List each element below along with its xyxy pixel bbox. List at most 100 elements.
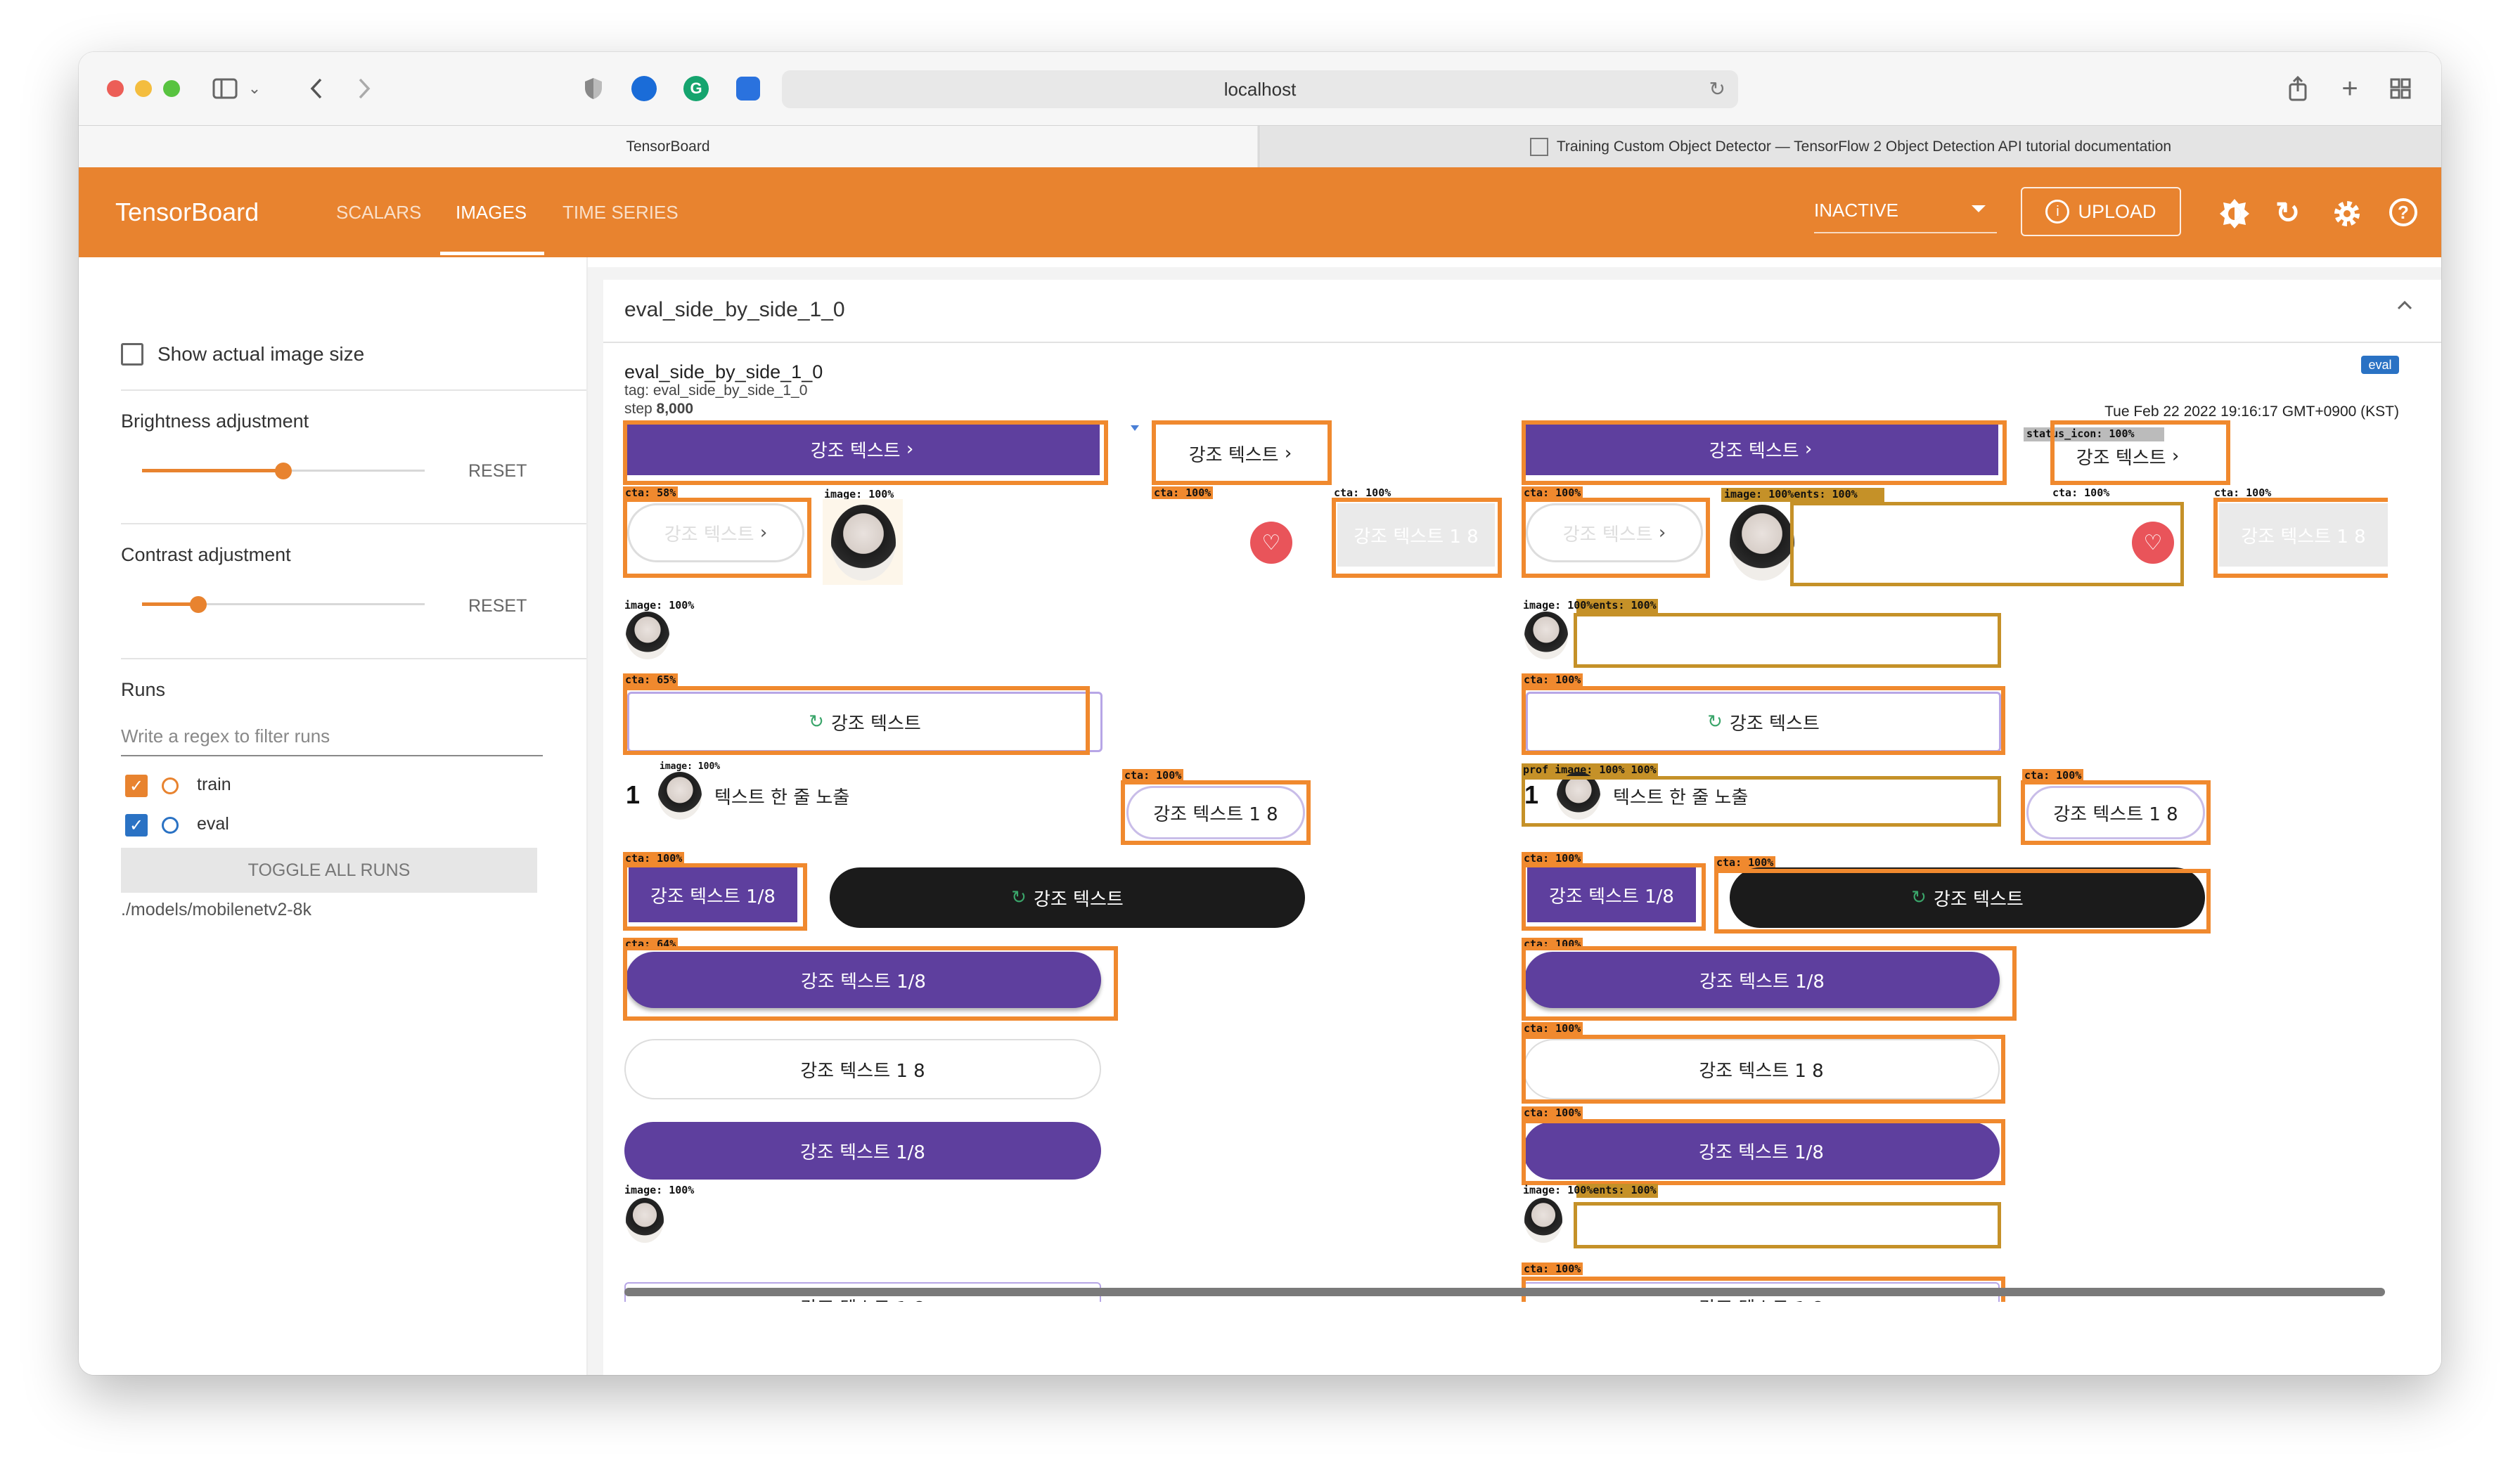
brightness-reset-button[interactable]: RESET xyxy=(468,461,527,482)
detection-box xyxy=(1522,498,1710,578)
extension-1password-icon[interactable] xyxy=(630,73,658,104)
tab-overview-icon[interactable] xyxy=(2386,73,2415,104)
small-marker-icon xyxy=(1131,423,1139,431)
forward-icon[interactable] xyxy=(350,73,378,104)
slider-fill xyxy=(142,469,283,472)
run-train-checkbox[interactable]: ✓ xyxy=(125,775,148,797)
contrast-slider[interactable] xyxy=(142,590,425,619)
settings-gear-icon[interactable] xyxy=(2332,198,2362,229)
help-icon[interactable]: ? xyxy=(2389,198,2417,226)
sidebar-toggle-icon[interactable] xyxy=(210,73,240,104)
zoom-window-button[interactable] xyxy=(163,80,180,97)
upload-button[interactable]: i UPLOAD xyxy=(2021,187,2181,236)
run-badge: eval xyxy=(2361,356,2399,374)
contrast-reset-button[interactable]: RESET xyxy=(468,596,527,616)
toggle-all-runs-button[interactable]: TOGGLE ALL RUNS xyxy=(121,848,537,893)
collapse-chevron-icon[interactable] xyxy=(2396,299,2413,316)
theme-brightness-icon[interactable] xyxy=(2219,198,2250,229)
detection-label: image: 100%ents: 100% xyxy=(1523,599,1657,612)
close-window-button[interactable] xyxy=(107,80,124,97)
detection-box xyxy=(1522,420,2007,485)
tab-images[interactable]: IMAGES xyxy=(456,167,527,257)
run-eval-checkbox[interactable]: ✓ xyxy=(125,814,148,837)
card-header[interactable]: eval_side_by_side_1_0 xyxy=(603,280,2441,343)
divider xyxy=(121,658,586,659)
reload-icon[interactable]: ↻ xyxy=(1709,77,1725,101)
detection-label: cta: 100% xyxy=(1152,486,1214,499)
refresh-icon[interactable]: ↻ xyxy=(2275,195,2306,229)
detection-box xyxy=(623,498,811,578)
detection-label: cta: 100% xyxy=(1522,1022,1583,1035)
step-label: step xyxy=(624,401,652,417)
detection-box xyxy=(1121,780,1311,845)
run-path: ./models/mobilenetv2-8k xyxy=(121,900,311,919)
slider-thumb[interactable] xyxy=(190,596,207,613)
detection-box-secondary xyxy=(1522,776,2001,827)
detection-label: image: 100% xyxy=(624,599,695,612)
dropdown-arrow-icon xyxy=(1972,205,1986,212)
tab-label: Training Custom Object Detector — Tensor… xyxy=(1556,138,2172,155)
info-icon: i xyxy=(2045,200,2070,224)
detection-label: cta: 100% xyxy=(1522,1106,1583,1119)
tab-tensorboard[interactable]: TensorBoard xyxy=(79,126,1257,168)
image-title: eval_side_by_side_1_0 xyxy=(624,361,823,382)
detection-box xyxy=(1522,863,1706,931)
chevron-down-icon[interactable]: ⌄ xyxy=(246,73,263,104)
brightness-slider[interactable] xyxy=(142,457,425,485)
run-select[interactable]: INACTIVE xyxy=(1814,195,1997,233)
shield-icon[interactable] xyxy=(579,73,608,104)
tab-bar: TensorBoard Training Custom Object Detec… xyxy=(79,125,2441,168)
tab-time-series[interactable]: TIME SERIES xyxy=(562,167,679,257)
detection-box xyxy=(2021,780,2211,845)
detection-label: cta: 100% xyxy=(1522,673,1583,686)
step-value: 8,000 xyxy=(656,401,694,417)
profile-photo xyxy=(1730,505,1794,581)
eval-image[interactable]: 강조 텍스트 › 강조 텍스트 › cta: 58% cta: 100% 강조 … xyxy=(623,420,2388,1302)
url-text: localhost xyxy=(1223,78,1297,100)
tab-label: TensorBoard xyxy=(626,138,710,155)
runs-title: Runs xyxy=(121,679,166,700)
brand-title[interactable]: TensorBoard xyxy=(115,167,259,257)
profile-photo xyxy=(831,505,896,581)
detection-box xyxy=(1522,946,2017,1021)
refresh-icon: ↻ xyxy=(1011,887,1027,908)
share-icon[interactable] xyxy=(2284,73,2312,104)
detection-label: cta: 100% xyxy=(1522,1262,1583,1275)
run-train-color-icon[interactable] xyxy=(162,777,179,794)
image-step: step 8,000 xyxy=(624,401,693,418)
profile-photo xyxy=(658,772,702,820)
slider-thumb[interactable] xyxy=(275,463,292,479)
white-pill-button: 강조 텍스트 1 8 xyxy=(624,1039,1101,1099)
horizontal-scrollbar[interactable] xyxy=(624,1288,2385,1296)
extension-bitwarden-icon[interactable] xyxy=(734,73,762,104)
detection-box xyxy=(1332,498,1502,578)
minimize-window-button[interactable] xyxy=(135,80,152,97)
browser-window: ⌄ G localhost ↻ + TensorBoard Training C… xyxy=(79,52,2441,1375)
address-bar[interactable]: localhost ↻ xyxy=(782,70,1738,108)
browser-toolbar: ⌄ G localhost ↻ + xyxy=(79,52,2441,125)
detection-box xyxy=(2213,498,2388,578)
runs-filter-input[interactable]: Write a regex to filter runs xyxy=(121,721,543,756)
new-tab-icon[interactable]: + xyxy=(2336,73,2364,104)
detection-box xyxy=(1152,420,1332,485)
detection-box xyxy=(2050,420,2230,485)
back-icon[interactable] xyxy=(302,73,330,104)
detection-box-secondary xyxy=(1574,1202,2001,1248)
run-eval-color-icon[interactable] xyxy=(162,817,179,834)
detection-label: image: 100%ents: 100% xyxy=(1724,488,1858,500)
doc-favicon-icon xyxy=(1529,138,1548,156)
upload-label: UPLOAD xyxy=(2078,200,2156,222)
tensorboard-header: TensorBoard SCALARS IMAGES TIME SERIES I… xyxy=(79,167,2441,257)
btn-label: 강조 텍스트 1 8 xyxy=(800,1060,925,1082)
heart-icon: ♡ xyxy=(2132,522,2174,564)
tab-scalars[interactable]: SCALARS xyxy=(336,167,421,257)
detection-label: cta: 100% xyxy=(1334,486,1391,499)
extension-grammarly-icon[interactable]: G xyxy=(682,73,710,104)
detection-box xyxy=(623,420,1108,485)
tab-tf-docs[interactable]: Training Custom Object Detector — Tensor… xyxy=(1259,126,2441,168)
show-actual-size-checkbox[interactable] xyxy=(121,343,143,366)
detection-box xyxy=(1522,1035,2005,1104)
panel-top-strip xyxy=(588,257,2441,267)
profile-photo xyxy=(626,1198,664,1243)
detection-box xyxy=(1714,869,2211,934)
